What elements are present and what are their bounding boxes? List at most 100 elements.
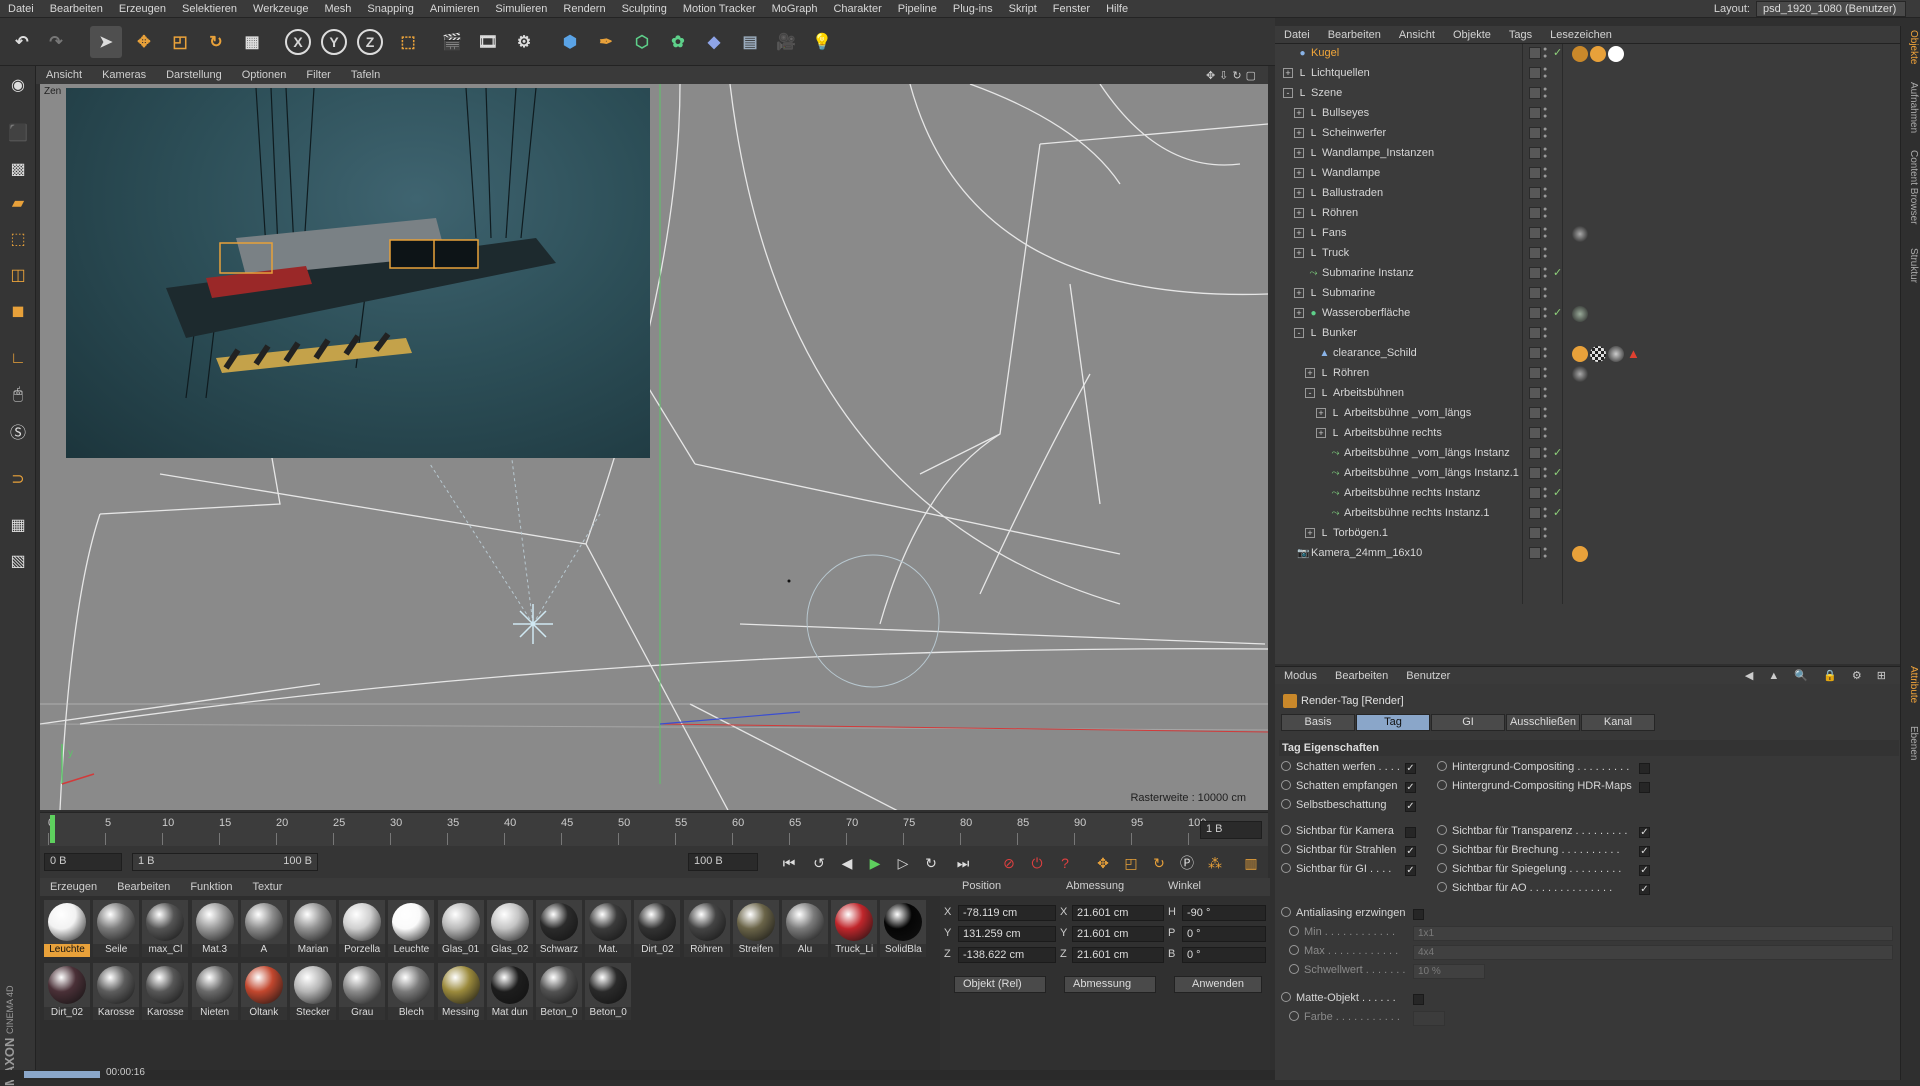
collapse-icon[interactable]: - [1294, 328, 1304, 338]
position-key-icon[interactable]: ✥ [1092, 852, 1114, 874]
animation-radio-icon[interactable] [1281, 844, 1291, 854]
expand-icon[interactable]: + [1305, 528, 1315, 538]
right-prop-3-checkbox[interactable]: ✓ [1639, 846, 1650, 857]
material-swatch[interactable]: Stecker [290, 963, 336, 1021]
object-row[interactable]: + L Torbögen.1 ● ● [1275, 524, 1900, 544]
expand-icon[interactable]: + [1283, 68, 1293, 78]
material-swatch[interactable]: Mat. [585, 900, 632, 958]
attribute-menu-0[interactable]: Modus [1275, 670, 1326, 682]
object-menu-3[interactable]: Objekte [1444, 29, 1500, 41]
layer-flag[interactable] [1529, 327, 1541, 339]
left-prop-4-checkbox[interactable]: ✓ [1405, 846, 1416, 857]
viewport-navigation-icons[interactable]: ✥⇩↻▢ [1206, 69, 1268, 82]
object-name[interactable]: Kamera_24mm_16x10 [1311, 547, 1422, 559]
attribute-menu-1[interactable]: Bearbeiten [1326, 670, 1397, 682]
enabled-check-icon[interactable]: ✓ [1553, 466, 1562, 479]
layer-flag[interactable] [1529, 67, 1541, 79]
pipe-material-tag-icon[interactable] [1572, 366, 1588, 382]
cloner-icon[interactable]: ✿ [662, 26, 694, 58]
object-name[interactable]: Wandlampe [1322, 167, 1380, 179]
right-prop-5-checkbox[interactable]: ✓ [1639, 884, 1650, 895]
apply-button[interactable]: Anwenden [1174, 976, 1262, 993]
visibility-dots[interactable]: ● ● [1543, 406, 1549, 420]
object-name[interactable]: Kugel [1311, 47, 1339, 59]
menu-item-16[interactable]: Skript [1001, 3, 1045, 15]
right-prop-4-checkbox[interactable]: ✓ [1639, 865, 1650, 876]
animation-radio-icon[interactable] [1281, 863, 1291, 873]
object-name[interactable]: Arbeitsbühne _vom_längs Instanz.1 [1344, 467, 1519, 479]
material-swatch[interactable]: Marian [290, 900, 336, 958]
visibility-dots[interactable]: ● ● [1543, 266, 1549, 280]
parameter-key-icon[interactable]: Ⓟ [1176, 852, 1198, 874]
material-swatch[interactable]: Schwarz [536, 900, 582, 958]
object-row[interactable]: - L Arbeitsbühnen ● ● [1275, 384, 1900, 404]
layer-flag[interactable] [1529, 407, 1541, 419]
layer-flag[interactable] [1529, 147, 1541, 159]
material-swatch[interactable]: A [240, 900, 287, 958]
checker-tag-icon[interactable] [1590, 346, 1606, 362]
z-axis-lock-button[interactable]: Z [354, 26, 386, 58]
material-swatch[interactable]: Dirt_02 [44, 963, 90, 1021]
position-field[interactable]: 131.259 cm [958, 926, 1056, 942]
object-row[interactable]: ⤳ Arbeitsbühne _vom_längs Instanz.1 ● ● ✓ [1275, 464, 1900, 484]
animation-radio-icon[interactable] [1437, 761, 1447, 771]
layer-flag[interactable] [1529, 387, 1541, 399]
camera-protection-tag-icon[interactable] [1572, 546, 1588, 562]
object-row[interactable]: + L Ballustraden ● ● [1275, 184, 1900, 204]
menu-item-13[interactable]: Charakter [825, 3, 889, 15]
visibility-dots[interactable]: ● ● [1543, 166, 1549, 180]
workplane-mode-icon[interactable]: ▰ [3, 188, 33, 218]
deformer-icon[interactable]: ◆ [698, 26, 730, 58]
visibility-dots[interactable]: ● ● [1543, 226, 1549, 240]
record-active-icon[interactable]: ⊘ [998, 852, 1020, 874]
object-row[interactable]: + L Wandlampe_Instanzen ● ● [1275, 144, 1900, 164]
material-swatch[interactable]: Glas_02 [486, 900, 533, 958]
threshold-field[interactable]: 10 % [1413, 964, 1485, 979]
current-frame-field[interactable]: 1 B [1200, 821, 1262, 839]
object-row[interactable]: - L Bunker ● ● [1275, 324, 1900, 344]
visibility-dots[interactable]: ● ● [1543, 146, 1549, 160]
object-name[interactable]: Bunker [1322, 327, 1357, 339]
dimension-field[interactable]: 21.601 cm [1072, 926, 1164, 942]
workplane-icon[interactable]: ▦ [3, 510, 33, 540]
coordinate-system-icon[interactable]: ⬚ [392, 26, 424, 58]
rotate-tool-icon[interactable]: ↻ [200, 26, 232, 58]
menu-item-0[interactable]: Datei [0, 3, 42, 15]
material-swatch[interactable]: Leuchte [44, 900, 90, 958]
object-name[interactable]: Arbeitsbühne rechts Instanz.1 [1344, 507, 1490, 519]
object-row[interactable]: ⤳ Submarine Instanz ● ● ✓ [1275, 264, 1900, 284]
camera-icon[interactable]: 🎥 [770, 26, 802, 58]
object-menu-5[interactable]: Lesezeichen [1541, 29, 1621, 41]
dimension-field[interactable]: 21.601 cm [1072, 905, 1164, 921]
matte-object-checkbox[interactable] [1413, 994, 1424, 1005]
visibility-dots[interactable]: ● ● [1543, 526, 1549, 540]
menu-item-8[interactable]: Simulieren [487, 3, 555, 15]
material-swatch[interactable]: Glas_01 [437, 900, 484, 958]
enabled-check-icon[interactable]: ✓ [1553, 506, 1562, 519]
menu-item-2[interactable]: Erzeugen [111, 3, 174, 15]
attribute-menu-2[interactable]: Benutzer [1397, 670, 1459, 682]
scale-tool-icon[interactable]: ◰ [164, 26, 196, 58]
model-mode-icon[interactable]: ⬛ [3, 118, 33, 148]
tab-ausschlieen[interactable]: Ausschließen [1506, 714, 1580, 731]
object-name[interactable]: Submarine [1322, 287, 1375, 299]
expand-icon[interactable]: + [1316, 428, 1326, 438]
expand-icon[interactable]: + [1316, 408, 1326, 418]
layer-flag[interactable] [1529, 367, 1541, 379]
expand-icon[interactable]: + [1294, 148, 1304, 158]
position-field[interactable]: -78.119 cm [958, 905, 1056, 921]
previous-key-icon[interactable]: ↺ [808, 852, 830, 874]
warning-tag-icon[interactable]: ▲ [1627, 346, 1640, 361]
object-row[interactable]: + L Röhren ● ● [1275, 204, 1900, 224]
animation-radio-icon[interactable] [1289, 945, 1299, 955]
right-prop-0-checkbox[interactable] [1639, 763, 1650, 774]
object-name[interactable]: Arbeitsbühne rechts Instanz [1344, 487, 1480, 499]
timeline[interactable]: 0510152025303540455055606570758085909510… [40, 812, 1268, 846]
object-menu-2[interactable]: Ansicht [1390, 29, 1444, 41]
object-name[interactable]: Röhren [1322, 207, 1358, 219]
layout-select[interactable]: psd_1920_1080 (Benutzer) [1756, 1, 1906, 17]
visibility-dots[interactable]: ● ● [1543, 46, 1549, 60]
rotation-field[interactable]: 0 ° [1182, 926, 1266, 942]
dimension-field[interactable]: 21.601 cm [1072, 947, 1164, 963]
material-swatch[interactable]: Seile [93, 900, 140, 958]
